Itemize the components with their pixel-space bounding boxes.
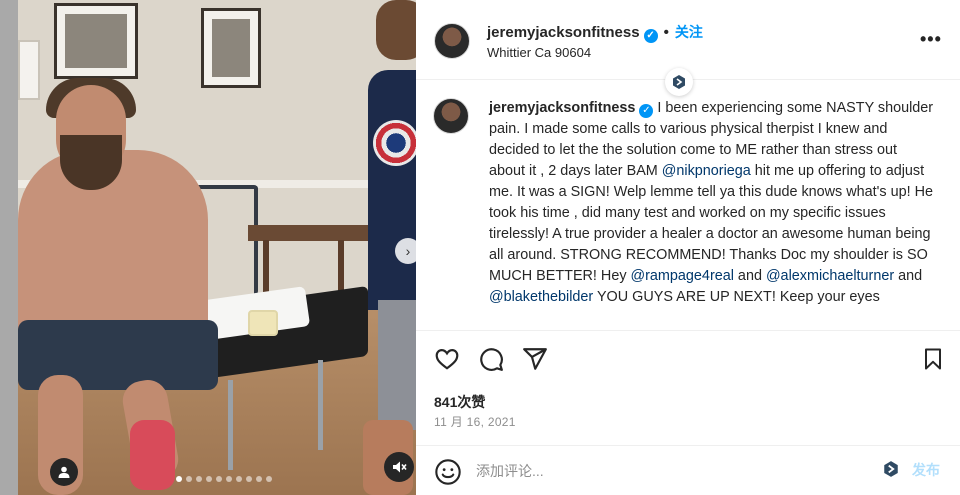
comment-bar: 发布 <box>416 445 960 495</box>
caption-body: YOU GUYS ARE UP NEXT! Keep your eyes <box>593 289 880 305</box>
comment-icon <box>480 348 503 371</box>
carousel-dot[interactable] <box>196 476 202 482</box>
media-pants <box>378 300 416 430</box>
media-person-standing <box>368 70 416 310</box>
caption-text: jeremyjacksonfitness ✓ I been experiencin… <box>489 98 934 308</box>
caption-username[interactable]: jeremyjacksonfitness <box>489 100 635 116</box>
save-button[interactable] <box>918 344 948 374</box>
post-header: jeremyjacksonfitness ✓ • 关注 Whittier Ca 906… <box>416 0 960 80</box>
comment-button[interactable] <box>476 344 506 374</box>
like-button[interactable] <box>432 344 462 374</box>
bookmark-icon <box>925 348 941 370</box>
page-left-edge <box>0 0 18 495</box>
heart-icon <box>435 349 459 370</box>
mention-link[interactable]: @nikpnoriega <box>662 163 751 179</box>
author-avatar[interactable] <box>434 23 470 59</box>
post-panel: jeremyjacksonfitness ✓ • 关注 Whittier Ca 906… <box>416 0 960 495</box>
wall-frame-left <box>54 3 138 79</box>
more-options-button[interactable]: ••• <box>920 29 942 50</box>
wall-frame-right <box>201 8 261 88</box>
media-shoe <box>130 420 175 490</box>
extension-badge-button[interactable] <box>665 68 693 96</box>
action-bar <box>416 344 960 378</box>
separator-bullet: • <box>663 24 669 41</box>
paper-plane-icon <box>523 348 547 370</box>
carousel-dot[interactable] <box>186 476 192 482</box>
tagged-users-button[interactable] <box>50 458 78 486</box>
post-comment-button[interactable]: 发布 <box>912 460 940 480</box>
media-bench-leg <box>228 380 233 470</box>
post-media[interactable]: › <box>18 0 416 495</box>
extension-badge-icon <box>673 75 685 89</box>
carousel-dot[interactable] <box>176 476 182 482</box>
verified-badge-icon: ✓ <box>639 104 654 118</box>
caption-body: and <box>894 268 923 284</box>
caption-author-avatar[interactable] <box>433 98 469 134</box>
carousel-dot[interactable] <box>246 476 252 482</box>
carousel-dot[interactable] <box>206 476 212 482</box>
media-window <box>18 40 40 100</box>
shield-graphic <box>373 120 416 166</box>
media-bench-leg <box>318 360 323 450</box>
smiley-icon[interactable] <box>434 458 462 486</box>
author-username[interactable]: jeremyjacksonfitness <box>487 24 640 41</box>
media-jar <box>248 310 278 336</box>
mention-link[interactable]: @alexmichaelturner <box>766 268 894 284</box>
mention-link[interactable]: @rampage4real <box>631 268 734 284</box>
chevron-right-icon: › <box>405 243 411 259</box>
header-username-row: jeremyjacksonfitness ✓ • 关注 <box>487 22 703 43</box>
carousel-dot[interactable] <box>226 476 232 482</box>
carousel-dot[interactable] <box>266 476 272 482</box>
share-button[interactable] <box>520 344 550 374</box>
mute-toggle-button[interactable] <box>384 452 414 482</box>
like-count[interactable]: 841次赞 <box>434 392 485 412</box>
carousel-dot[interactable] <box>236 476 242 482</box>
media-person-standing-head <box>376 0 416 60</box>
carousel-dot[interactable] <box>256 476 262 482</box>
verified-badge-icon: ✓ <box>643 29 658 43</box>
post-date[interactable]: 11 月 16, 2021 <box>434 413 516 430</box>
speaker-muted-icon <box>393 461 407 473</box>
caption-body: hit me up offering to adjust me. It was … <box>489 163 933 284</box>
post-location[interactable]: Whittier Ca 90604 <box>487 45 591 60</box>
mention-link[interactable]: @blakethebilder <box>489 289 593 305</box>
comment-input[interactable] <box>476 460 856 482</box>
media-table <box>248 225 378 241</box>
carousel-dots <box>176 476 272 482</box>
carousel-next-button[interactable]: › <box>395 238 416 264</box>
extension-badge-icon[interactable] <box>882 460 900 478</box>
caption-section: jeremyjacksonfitness ✓ I been experiencin… <box>416 81 960 331</box>
carousel-dot[interactable] <box>216 476 222 482</box>
user-tag-icon <box>58 466 70 478</box>
follow-button[interactable]: 关注 <box>675 24 703 40</box>
caption-body: and <box>733 268 766 284</box>
